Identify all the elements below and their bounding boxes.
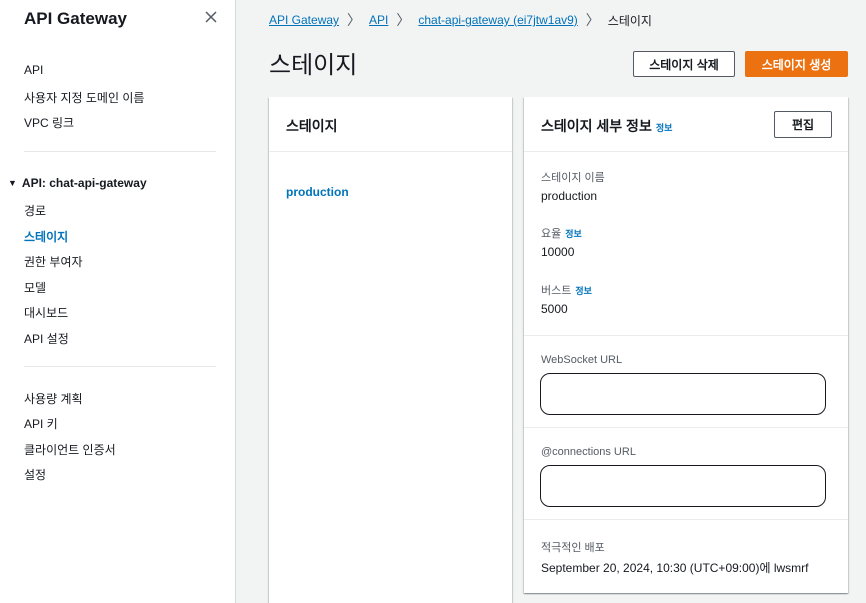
breadcrumb-api-gateway[interactable]: API Gateway [269, 13, 339, 27]
active-deployment-label: 적극적인 배포 [541, 542, 605, 554]
chevron-right-icon: 〉 [396, 12, 411, 28]
divider [524, 519, 848, 520]
stages-panel: 스테이지 production [269, 97, 512, 603]
divider [524, 335, 848, 336]
sidebar-item-custom-domain[interactable]: 사용자 지정 도메인 이름 [24, 89, 144, 106]
breadcrumb-api-name[interactable]: chat-api-gateway (ei7jtw1av9) [418, 13, 577, 27]
divider [24, 151, 216, 152]
close-icon[interactable] [200, 6, 222, 28]
sidebar-item-models[interactable]: 모델 [24, 279, 46, 296]
sidebar-item-api-keys[interactable]: API 키 [24, 415, 58, 432]
connections-url-label: @connections URL [541, 446, 636, 458]
divider [24, 366, 216, 367]
breadcrumb: API Gateway 〉 API 〉 chat-api-gateway (ei… [269, 10, 652, 30]
sidebar-item-stages[interactable]: 스테이지 [24, 228, 68, 245]
stage-name-label: 스테이지 이름 [541, 172, 605, 184]
create-stage-button[interactable]: 스테이지 생성 [745, 51, 848, 77]
sidebar-section-title: API: chat-api-gateway [21, 176, 147, 190]
websocket-url-label: WebSocket URL [541, 354, 623, 366]
burst-label-text: 버스트 [541, 285, 572, 297]
sidebar-item-api[interactable]: API [24, 63, 43, 77]
sidebar-item-vpc-link[interactable]: VPC 링크 [24, 114, 74, 131]
sidebar-item-routes[interactable]: 경로 [24, 202, 46, 219]
breadcrumb-current: 스테이지 [607, 13, 652, 28]
sidebar-section-api[interactable]: ▼ API: chat-api-gateway [8, 176, 147, 190]
rate-label: 요율 정보 [541, 225, 582, 241]
chevron-right-icon: 〉 [347, 12, 362, 28]
sidebar: API Gateway API 사용자 지정 도메인 이름 VPC 링크 ▼ A… [0, 0, 236, 603]
stage-details-panel: 스테이지 세부 정보 정보 편집 스테이지 이름 production 요율 정보 … [524, 97, 848, 593]
connections-url-value [540, 465, 826, 507]
websocket-url-value [540, 373, 826, 415]
rate-info-link[interactable]: 정보 [565, 229, 582, 239]
stage-name-value: production [541, 189, 598, 203]
page-title: 스테이지 [269, 52, 358, 79]
stages-panel-title: 스테이지 [286, 118, 338, 134]
sidebar-item-client-certificates[interactable]: 클라이언트 인증서 [24, 441, 116, 458]
breadcrumb-api[interactable]: API [369, 13, 388, 27]
burst-value: 5000 [541, 302, 568, 316]
stage-details-title: 스테이지 세부 정보 정보 [541, 116, 672, 136]
burst-label: 버스트 정보 [541, 282, 592, 298]
sidebar-item-settings[interactable]: 설정 [24, 466, 46, 483]
info-link[interactable]: 정보 [656, 123, 673, 133]
stage-details-title-text: 스테이지 세부 정보 [541, 118, 652, 134]
stages-panel-header: 스테이지 [269, 97, 512, 152]
stage-link-production[interactable]: production [286, 185, 349, 199]
divider [524, 427, 848, 428]
sidebar-item-api-settings[interactable]: API 설정 [24, 330, 69, 347]
edit-button[interactable]: 편집 [774, 111, 832, 138]
sidebar-item-usage-plans[interactable]: 사용량 계획 [24, 390, 83, 407]
rate-value: 10000 [541, 245, 575, 259]
sidebar-item-dashboard[interactable]: 대시보드 [24, 304, 68, 321]
burst-info-link[interactable]: 정보 [575, 286, 592, 296]
delete-stage-button[interactable]: 스테이지 삭제 [633, 51, 735, 77]
stage-details-header: 스테이지 세부 정보 정보 편집 [524, 97, 848, 152]
active-deployment-value: September 20, 2024, 10:30 (UTC+09:00)에 l… [541, 561, 809, 575]
rate-label-text: 요율 [541, 228, 562, 240]
caret-down-icon: ▼ [8, 178, 17, 188]
sidebar-title: API Gateway [24, 9, 127, 28]
sidebar-item-authorizers[interactable]: 권한 부여자 [24, 253, 83, 270]
chevron-right-icon: 〉 [585, 12, 600, 28]
